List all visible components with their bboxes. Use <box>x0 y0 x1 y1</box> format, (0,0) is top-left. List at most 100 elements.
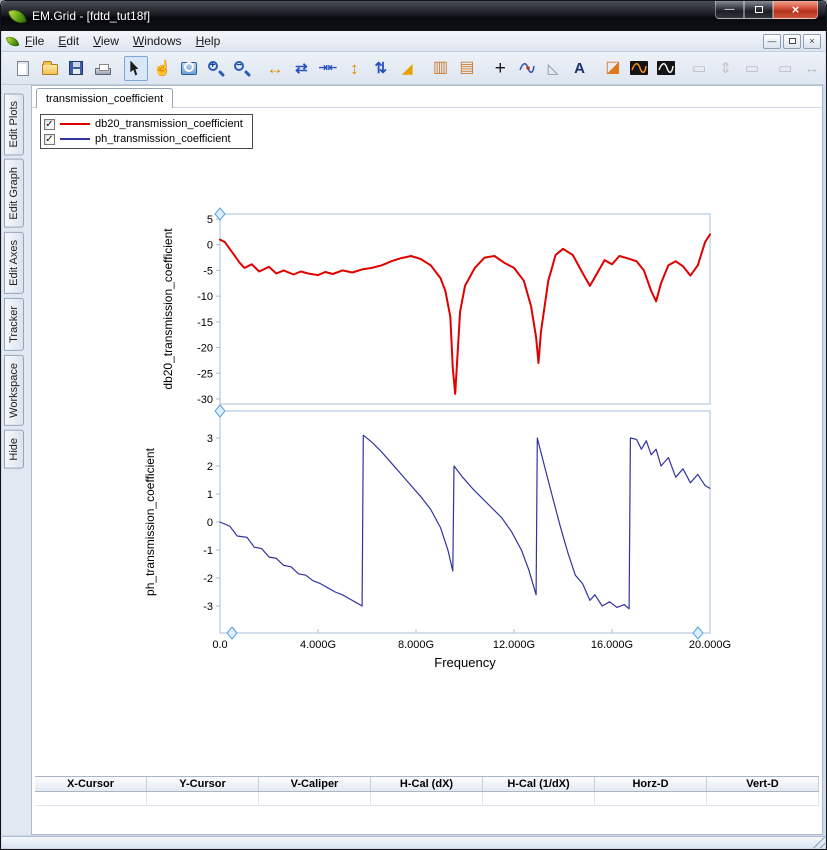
sidebar: Edit Plots Edit Graph Edit Axes Tracker Work… <box>2 85 31 835</box>
plot-canvas[interactable]: 50-5-10-15-20-25-30db20_transmission_coe… <box>142 201 742 681</box>
horizontal-sections-button[interactable]: ▤ <box>455 56 479 81</box>
save-file-button[interactable] <box>64 56 88 81</box>
zoom-in-button[interactable]: + <box>203 56 227 81</box>
menu-file[interactable]: File <box>18 32 51 50</box>
y-axis-label: db20_transmission_coefficient <box>161 228 175 390</box>
zoom-in-sign: + <box>208 61 218 71</box>
new-file-button[interactable] <box>11 56 35 81</box>
y-tick-label: 5 <box>207 214 213 226</box>
legend-item[interactable]: ✓ ph_transmission_coefficient <box>44 133 243 145</box>
y-tick-label: -2 <box>203 573 213 585</box>
x-tick-label: 20.000G <box>689 639 731 651</box>
minimize-button[interactable]: — <box>715 1 744 19</box>
y-tick-label: 1 <box>207 489 213 501</box>
close-button[interactable]: × <box>773 1 818 19</box>
status-bar <box>2 836 825 848</box>
cursor-table-header-cell: X-Cursor <box>35 777 147 791</box>
vertical-sections-button[interactable]: ▥ <box>428 56 452 81</box>
plot-workspace: transmission_coefficient ✓db20_transmiss… <box>31 85 823 835</box>
toolbar-separator <box>593 52 600 84</box>
ph_transmission_coefficient-curve <box>220 435 710 609</box>
scroll-x-axis-button[interactable]: ⇄ <box>289 56 313 81</box>
sidebar-tab-workspace[interactable]: Workspace <box>4 355 24 426</box>
expand-y-axis-button[interactable]: ↕ <box>342 56 366 81</box>
text-annotation-icon: A <box>574 61 585 76</box>
menu-view[interactable]: View <box>86 32 126 50</box>
waveform-orange-icon <box>630 61 648 75</box>
menu-bar: FileEditViewWindowsHelp — × <box>2 31 825 52</box>
text-annotation-button[interactable]: A <box>567 56 591 81</box>
legend-checkbox[interactable]: ✓ <box>44 119 55 130</box>
scroll-y-axis-button[interactable]: ⇅ <box>369 56 393 81</box>
expand-x-axis-button[interactable]: ↔ <box>263 56 287 81</box>
color-map-button[interactable]: ◪ <box>601 56 625 81</box>
sidebar-tab-tracker[interactable]: Tracker <box>4 298 24 351</box>
legend-checkbox[interactable]: ✓ <box>44 134 55 145</box>
zoom-window-button[interactable] <box>177 56 201 81</box>
compress-x-axis-button[interactable]: ⇥⇤ <box>316 56 340 81</box>
cursor-table-cell <box>371 792 483 805</box>
minimize-icon: — <box>725 4 735 15</box>
mdi-restore-icon <box>789 38 796 44</box>
cursor-table-cell <box>147 792 259 805</box>
plot-tab[interactable]: transmission_coefficient <box>36 88 173 108</box>
waveform-white-button[interactable] <box>654 56 678 81</box>
new-file-icon <box>17 61 29 76</box>
toolbar-separator <box>765 52 772 84</box>
menu-help[interactable]: Help <box>189 32 228 50</box>
maximize-button[interactable] <box>744 1 773 19</box>
y-tick-label: 2 <box>207 461 213 473</box>
mdi-close-button[interactable]: × <box>803 34 821 49</box>
legend-line-sample <box>60 138 90 140</box>
auto-fit-scale-button[interactable]: ◢ <box>395 56 419 81</box>
axis-scroll-handle[interactable] <box>227 627 237 639</box>
menu-windows[interactable]: Windows <box>126 32 189 50</box>
legend-line-sample <box>60 123 90 125</box>
zoom-out-icon: − <box>233 60 250 77</box>
sidebar-tab-edit-plots[interactable]: Edit Plots <box>4 93 24 155</box>
cursor-table-header-cell: V-Caliper <box>259 777 371 791</box>
print-button[interactable] <box>90 56 114 81</box>
mdi-minimize-button[interactable]: — <box>763 34 781 49</box>
waveform-white-icon <box>657 61 675 75</box>
cursor-table-header-cell: H-Cal (dX) <box>371 777 483 791</box>
fit-vertical-icon: ⇕ <box>719 61 732 76</box>
y-tick-label: -10 <box>197 291 213 303</box>
axis-scroll-handle[interactable] <box>215 208 225 220</box>
y-tick-label: 0 <box>207 240 213 252</box>
mdi-close-icon: × <box>809 36 814 46</box>
sidebar-tab-hide[interactable]: Hide <box>4 430 24 469</box>
mdi-restore-button[interactable] <box>783 34 801 49</box>
fit-horizontal-button: ↔ <box>799 56 823 81</box>
cursor-table-row <box>35 792 819 806</box>
legend-item[interactable]: ✓db20_transmission_coefficient <box>44 118 243 130</box>
zoom-in-icon: + <box>207 60 224 77</box>
zoom-out-button[interactable]: − <box>229 56 253 81</box>
auto-fit-scale-icon: ◢ <box>402 61 413 75</box>
add-marker-icon: + <box>495 59 506 78</box>
db20_transmission_coefficient-curve <box>220 234 710 394</box>
menu-edit[interactable]: Edit <box>51 32 86 50</box>
tracker-curve-button[interactable] <box>514 56 538 81</box>
select-cursor-button[interactable] <box>124 56 148 81</box>
title-bar[interactable]: EM.Grid - [fdtd_tut18f] —× <box>1 1 826 31</box>
x-tick-label: 16.000G <box>591 639 633 651</box>
waveform-orange-button[interactable] <box>627 56 651 81</box>
x-axis-label: Frequency <box>434 655 496 670</box>
pan-hand-button[interactable]: ☝ <box>150 56 174 81</box>
axis-scroll-handle[interactable] <box>215 405 225 417</box>
add-marker-button[interactable]: + <box>488 56 512 81</box>
open-file-button[interactable] <box>37 56 61 81</box>
y-tick-label: -15 <box>197 317 213 329</box>
axis-scroll-handle[interactable] <box>693 627 703 639</box>
menu-items: FileEditViewWindowsHelp <box>18 32 227 50</box>
sidebar-tab-edit-graph[interactable]: Edit Graph <box>4 159 24 228</box>
toolbar: ☝+−↔⇄⇥⇤↕⇅◢▥▤+◺A◪▭⇕▭▭↔ <box>2 52 825 85</box>
resize-grip-icon[interactable] <box>812 836 825 848</box>
legend-label: ph_transmission_coefficient <box>95 133 231 145</box>
window-controls: —× <box>715 1 818 19</box>
caliper-button[interactable]: ◺ <box>541 56 565 81</box>
cursor-table-header: X-CursorY-CursorV-CaliperH-Cal (dX)H-Cal… <box>35 776 819 792</box>
cursor-table-cell <box>35 792 147 805</box>
sidebar-tab-edit-axes[interactable]: Edit Axes <box>4 232 24 294</box>
